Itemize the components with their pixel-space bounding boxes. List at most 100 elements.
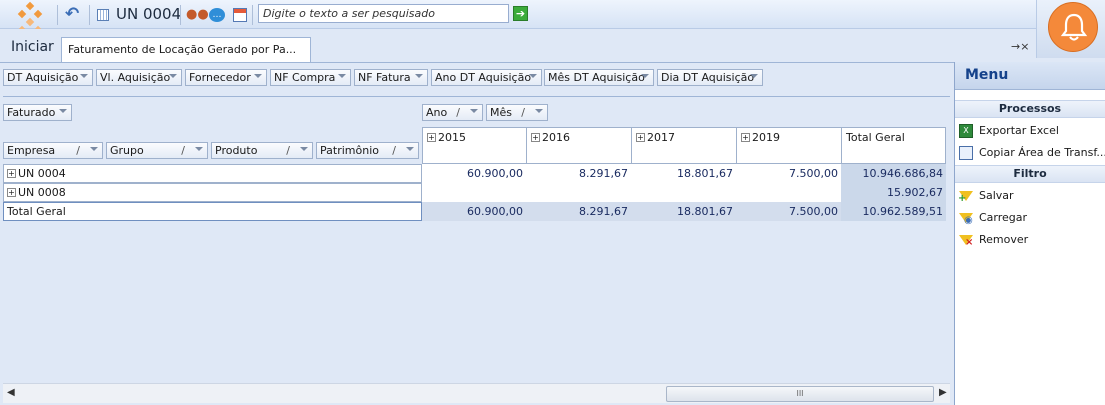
- filter-field-nf-compra[interactable]: NF Compra: [270, 69, 351, 86]
- unit-selector[interactable]: UN 0004: [116, 5, 181, 23]
- scroll-thumb[interactable]: III: [666, 386, 934, 402]
- column-field-mes[interactable]: Mês /: [486, 104, 548, 121]
- row-field-patrimonio[interactable]: Patrimônio /: [316, 142, 419, 159]
- expand-icon[interactable]: +: [7, 169, 16, 178]
- scroll-left-icon[interactable]: ◀: [7, 387, 15, 398]
- data-field-faturado[interactable]: Faturado: [3, 104, 72, 121]
- row-field-produto[interactable]: Produto /: [211, 142, 313, 159]
- chat-icon[interactable]: …: [209, 8, 225, 22]
- row-field-grupo[interactable]: Grupo /: [106, 142, 208, 159]
- data-cell[interactable]: 60.900,00: [422, 164, 526, 183]
- menu-item-salvar[interactable]: + Salvar: [955, 183, 1105, 205]
- column-field-ano[interactable]: Ano /: [422, 104, 483, 121]
- field-label: Grupo: [110, 144, 144, 157]
- horizontal-scrollbar[interactable]: ◀ III ▶: [3, 383, 950, 403]
- column-header-label: 2019: [752, 131, 780, 144]
- menu-item-carregar[interactable]: ◉ Carregar: [955, 205, 1105, 227]
- expand-icon[interactable]: +: [741, 133, 750, 142]
- tab-close-controls[interactable]: →×: [1011, 40, 1029, 53]
- row-header-total-geral[interactable]: Total Geral: [3, 202, 422, 221]
- field-label: Ano: [426, 106, 448, 119]
- column-header-label: 2017: [647, 131, 675, 144]
- menu-item-copiar-area[interactable]: Copiar Área de Transf...: [955, 140, 1105, 162]
- notification-area: [1036, 0, 1105, 58]
- field-label: Patrimônio: [320, 144, 379, 157]
- filter-field-fornecedor[interactable]: Fornecedor: [185, 69, 267, 86]
- tab-home[interactable]: Iniciar: [11, 39, 54, 55]
- menu-item-label: Copiar Área de Transf...: [979, 146, 1105, 159]
- top-toolbar: ↶ UN 0004 ●● … Digite o texto a ser pesq…: [0, 0, 1036, 35]
- grid-icon[interactable]: [97, 9, 109, 21]
- total-cell[interactable]: 8.291,67: [526, 202, 631, 221]
- column-header-total-geral[interactable]: Total Geral: [841, 127, 946, 164]
- filter-field-nf-fatura[interactable]: NF Fatura: [354, 69, 428, 86]
- menu-item-exportar-excel[interactable]: X Exportar Excel: [955, 118, 1105, 140]
- field-label: DT Aquisição: [7, 71, 79, 84]
- copy-icon: [959, 145, 973, 160]
- data-cell-total[interactable]: 15.902,67: [841, 183, 946, 202]
- row-header-un-0008[interactable]: + UN 0008: [3, 183, 422, 202]
- field-label: Mês DT Aquisição: [548, 71, 645, 84]
- filter-field-mes-dt-aquisicao[interactable]: Mês DT Aquisição: [544, 69, 654, 86]
- field-label: Produto: [215, 144, 258, 157]
- filter-field-ano-dt-aquisicao[interactable]: Ano DT Aquisição: [431, 69, 542, 86]
- go-icon[interactable]: ➔: [513, 6, 528, 21]
- field-label: Mês: [490, 106, 512, 119]
- expand-icon[interactable]: +: [531, 133, 540, 142]
- total-cell[interactable]: 60.900,00: [422, 202, 526, 221]
- search-input[interactable]: Digite o texto a ser pesquisado: [258, 4, 509, 23]
- excel-icon: X: [959, 123, 973, 138]
- funnel-save-icon: +: [958, 189, 973, 204]
- filter-field-dia-dt-aquisicao[interactable]: Dia DT Aquisição: [657, 69, 763, 86]
- toolbar-separator: [57, 5, 58, 25]
- row-header-un-0004[interactable]: + UN 0004: [3, 164, 422, 183]
- toolbar-separator: [180, 5, 181, 25]
- undo-icon[interactable]: ↶: [65, 4, 83, 24]
- menu-item-label: Exportar Excel: [979, 124, 1059, 137]
- menu-title: Menu: [955, 62, 1105, 90]
- field-label: Fornecedor: [189, 71, 251, 84]
- column-header-2015[interactable]: +2015: [422, 127, 527, 164]
- data-cell[interactable]: 7.500,00: [736, 164, 841, 183]
- total-cell-grand[interactable]: 10.962.589,51: [841, 202, 946, 221]
- tab-faturamento[interactable]: Faturamento de Locação Gerado por Pa...: [61, 37, 311, 62]
- menu-item-remover[interactable]: × Remover: [955, 227, 1105, 249]
- expand-icon[interactable]: +: [7, 188, 16, 197]
- side-menu: Menu Processos X Exportar Excel Copiar Á…: [954, 62, 1105, 405]
- funnel-remove-icon: ×: [959, 233, 973, 248]
- menu-item-label: Carregar: [979, 211, 1028, 224]
- toolbar-separator: [252, 5, 253, 25]
- data-cell[interactable]: 18.801,67: [631, 164, 736, 183]
- expand-icon[interactable]: +: [427, 133, 436, 142]
- data-cell[interactable]: 8.291,67: [526, 164, 631, 183]
- funnel-load-icon: ◉: [959, 211, 973, 226]
- data-cell-total[interactable]: 10.946.686,84: [841, 164, 946, 183]
- bell-icon[interactable]: [1048, 2, 1098, 52]
- row-header-label: UN 0008: [18, 186, 66, 199]
- toolbar-separator: [89, 5, 90, 25]
- column-header-2016[interactable]: +2016: [526, 127, 632, 164]
- menu-item-label: Remover: [979, 233, 1029, 246]
- calendar-icon[interactable]: [233, 8, 247, 22]
- field-label: Faturado: [7, 106, 56, 119]
- field-label: Empresa: [7, 144, 56, 157]
- column-header-label: 2015: [438, 131, 466, 144]
- filter-field-vl-aquisicao[interactable]: Vl. Aquisição: [96, 69, 182, 86]
- column-header-2017[interactable]: +2017: [631, 127, 737, 164]
- pivot-grid: DT Aquisição Vl. Aquisição Fornecedor NF…: [0, 62, 954, 405]
- field-label: Ano DT Aquisição: [435, 71, 532, 84]
- scroll-right-icon[interactable]: ▶: [939, 387, 947, 398]
- filter-field-dt-aquisicao[interactable]: DT Aquisição: [3, 69, 93, 86]
- expand-icon[interactable]: +: [636, 133, 645, 142]
- field-label: NF Fatura: [358, 71, 411, 84]
- separator-line: [3, 96, 950, 97]
- menu-section-filtro: Filtro: [955, 165, 1105, 183]
- menu-item-label: Salvar: [979, 189, 1014, 202]
- column-header-label: Total Geral: [846, 131, 905, 144]
- column-header-2019[interactable]: +2019: [736, 127, 842, 164]
- people-icon[interactable]: ●●: [186, 5, 209, 23]
- total-cell[interactable]: 7.500,00: [736, 202, 841, 221]
- field-label: Dia DT Aquisição: [661, 71, 755, 84]
- row-field-empresa[interactable]: Empresa /: [3, 142, 103, 159]
- total-cell[interactable]: 18.801,67: [631, 202, 736, 221]
